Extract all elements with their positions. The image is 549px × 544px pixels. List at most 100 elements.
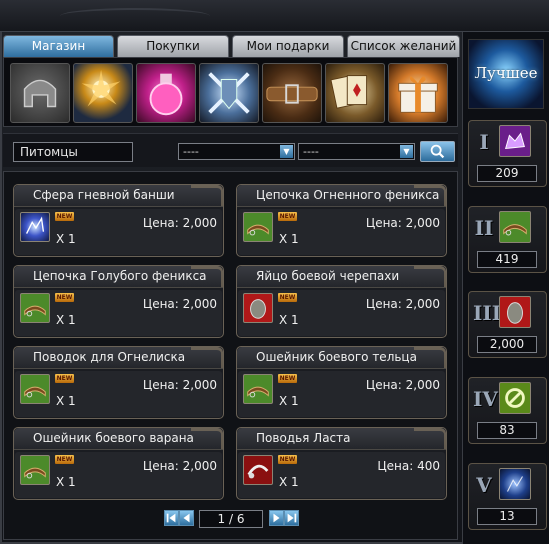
best-rank-2[interactable]: II 419 [468,206,547,273]
filter-bar: Питомцы ---- ▼ ---- ▼ [3,133,458,167]
rank-numeral: III [473,301,502,325]
best-rank-3[interactable]: III 2,000 [468,291,547,358]
filter-select-1-value: ---- [183,145,199,158]
green-rune-icon [499,382,531,414]
belt-item-icon [20,374,50,404]
cards-icon[interactable] [325,63,385,123]
belt-item-icon [20,455,50,485]
item-name: Сфера гневной банши [14,185,223,207]
rank-count: 2,000 [477,336,537,353]
rank-count: 13 [477,508,537,525]
item-price: Цена: 2,000 [142,459,217,473]
belt-item-icon [499,211,531,243]
chevron-down-icon[interactable]: ▼ [400,145,413,158]
best-rank-1[interactable]: I 209 [468,120,547,187]
new-badge: NEW [55,293,74,302]
item-name: Поводок для Огнелиска [14,347,223,369]
item-list: Сфера гневной банши NEW X 1 Цена: 2,000 … [3,171,458,540]
best-label: Лучшее [474,64,538,82]
tab-my-gifts[interactable]: Мои подарки [232,35,344,57]
last-page-button[interactable] [284,510,299,526]
new-badge: NEW [55,374,74,383]
item-name: Ошейник боевого варана [14,428,223,450]
filter-select-2-value: ---- [303,145,319,158]
category-strip [3,57,458,127]
rank-count: 83 [477,422,537,439]
item-card[interactable]: Поводок для Огнелиска NEW X 1 Цена: 2,00… [13,346,224,419]
belt-item-icon [20,293,50,323]
egg-icon [243,293,273,323]
sun-burst-icon[interactable] [73,63,133,123]
filter-select-1[interactable]: ---- ▼ [178,143,295,160]
new-badge: NEW [55,212,74,221]
item-price: Цена: 2,000 [365,297,440,311]
chevron-left-icon [183,513,190,523]
egg-icon [499,296,531,328]
rank-count: 209 [477,165,537,182]
item-name: Яйцо боевой черепахи [237,266,446,288]
item-quantity: X 1 [56,232,76,246]
purple-creature-icon [499,125,531,157]
item-quantity: X 1 [56,394,76,408]
blue-orb-icon [499,468,531,500]
item-quantity: X 1 [279,475,299,489]
new-badge: NEW [278,293,297,302]
gift-box-icon[interactable] [388,63,448,123]
tab-purchases[interactable]: Покупки [117,35,229,57]
item-quantity: X 1 [56,313,76,327]
next-page-button[interactable] [269,510,284,526]
belt-item-icon [243,374,273,404]
rank-numeral: V [476,473,492,497]
item-card[interactable]: Яйцо боевой черепахи NEW X 1 Цена: 2,000 [236,265,447,338]
first-page-button[interactable] [164,510,179,526]
item-card[interactable]: Цепочка Голубого феникса NEW X 1 Цена: 2… [13,265,224,338]
item-card[interactable]: Ошейник боевого варана NEW X 1 Цена: 2,0… [13,427,224,500]
pagination: 1 / 6 [164,510,299,530]
search-button[interactable] [420,141,455,162]
helmet-icon[interactable] [10,63,70,123]
new-badge: NEW [278,374,297,383]
item-price: Цена: 2,000 [365,378,440,392]
belt-icon[interactable] [262,63,322,123]
potion-icon[interactable] [136,63,196,123]
best-sellers-panel: Лучшее I 209 II 419 III 2,000 IV 83 V 13 [462,32,549,544]
category-field[interactable]: Питомцы [13,142,133,162]
item-quantity: X 1 [279,232,299,246]
rank-numeral: I [479,130,489,154]
item-quantity: X 1 [279,394,299,408]
item-price: Цена: 2,000 [142,378,217,392]
item-card[interactable]: Ошейник боевого тельца NEW X 1 Цена: 2,0… [236,346,447,419]
item-quantity: X 1 [279,313,299,327]
item-price: Цена: 2,000 [142,297,217,311]
best-rank-4[interactable]: IV 83 [468,377,547,444]
previous-page-button[interactable] [179,510,194,526]
item-quantity: X 1 [56,475,76,489]
item-name: Цепочка Голубого феникса [14,266,223,288]
crossed-swords-icon[interactable] [199,63,259,123]
rank-numeral: II [474,216,494,240]
rank-count: 419 [477,251,537,268]
item-body: NEW X 1 Цена: 2,000 [238,290,445,336]
tab-shop[interactable]: Магазин [3,35,114,57]
item-price: Цена: 2,000 [142,216,217,230]
item-body: NEW X 1 Цена: 2,000 [15,209,222,255]
tab-wishlist[interactable]: Список желаний [347,35,460,57]
item-card[interactable]: Цепочка Огненного феникса NEW X 1 Цена: … [236,184,447,257]
item-body: NEW X 1 Цена: 2,000 [15,452,222,498]
item-card[interactable]: Сфера гневной банши NEW X 1 Цена: 2,000 [13,184,224,257]
item-price: Цена: 400 [377,459,440,473]
item-card[interactable]: Поводья Ласта NEW X 1 Цена: 400 [236,427,447,500]
item-body: NEW X 1 Цена: 2,000 [15,290,222,336]
tab-bar: Магазин Покупки Мои подарки Список желан… [3,35,460,57]
chevron-right-icon [273,513,280,523]
item-body: NEW X 1 Цена: 2,000 [238,371,445,417]
chevron-down-icon[interactable]: ▼ [280,145,293,158]
search-icon [430,144,445,159]
item-body: NEW X 1 Цена: 2,000 [238,209,445,255]
reins-icon [243,455,273,485]
best-rank-5[interactable]: V 13 [468,463,547,530]
best-banner[interactable]: Лучшее [468,39,544,109]
filter-select-2[interactable]: ---- ▼ [298,143,415,160]
item-name: Цепочка Огненного феникса [237,185,446,207]
page-indicator: 1 / 6 [199,510,263,528]
